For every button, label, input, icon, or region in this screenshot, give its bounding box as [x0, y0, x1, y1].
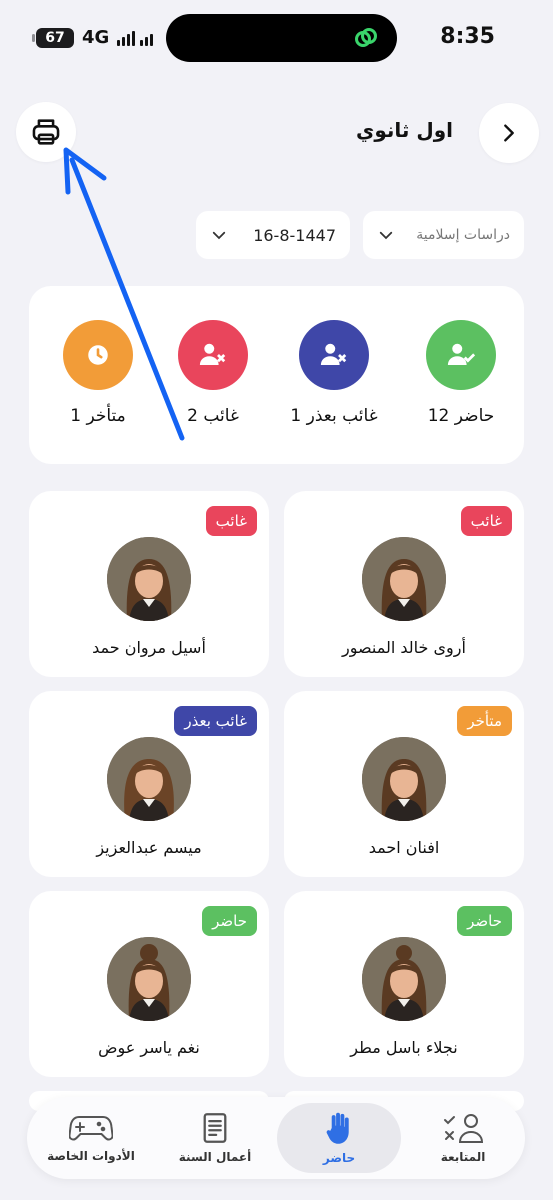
bottom-nav: المتابعة حاضر أعمال السنة الأدوات الخاصة — [27, 1097, 525, 1179]
subject-dropdown[interactable]: دراسات إسلامية — [363, 211, 524, 259]
subject-value: دراسات إسلامية — [416, 227, 510, 243]
date-value: 16-8-1447 — [253, 225, 336, 245]
tab-follow-up[interactable]: المتابعة — [401, 1097, 525, 1179]
attendance-summary-card: 12 حاضر 1 غائب بعذر 2 غائب 1 متأخر — [29, 286, 524, 464]
student-card[interactable]: حاضر نجلاء باسل مطر — [284, 891, 524, 1077]
battery-indicator: 67 — [32, 27, 74, 48]
absent-excused-count: 1 غائب بعذر — [290, 406, 378, 426]
tab-label: حاضر — [322, 1151, 356, 1165]
user-x-icon — [299, 320, 369, 390]
avatar — [107, 537, 191, 621]
dynamic-island — [166, 14, 397, 62]
student-name: نغم ياسر عوض — [98, 1038, 200, 1057]
printer-icon — [32, 119, 60, 145]
tab-label: الأدوات الخاصة — [47, 1149, 135, 1163]
link-icon — [355, 28, 377, 47]
absent-count: 2 غائب — [187, 406, 239, 426]
student-name: أروى خالد المنصور — [342, 638, 466, 657]
status-badge: غائب — [205, 506, 257, 536]
student-card[interactable]: متأخر افنان احمد — [284, 691, 524, 877]
student-card[interactable]: غائب أروى خالد المنصور — [284, 491, 524, 677]
user-x-icon — [178, 320, 248, 390]
page-title: اول ثانوي — [355, 118, 453, 142]
status-badge: غائب بعذر — [174, 706, 257, 736]
gamepad-icon — [69, 1116, 113, 1141]
network-type: 4G — [82, 27, 110, 48]
student-name: نجلاء باسل مطر — [350, 1038, 458, 1057]
tab-tools[interactable]: الأدوات الخاصة — [29, 1097, 153, 1179]
hand-icon — [326, 1112, 349, 1144]
chevron-right-icon — [504, 124, 514, 142]
avatar — [362, 537, 446, 621]
user-check-list-icon — [444, 1114, 484, 1143]
status-bar: 67 4G 8:35 — [0, 0, 553, 76]
notebook-icon — [203, 1113, 227, 1143]
student-card[interactable]: غائب أسيل مروان حمد — [29, 491, 269, 677]
student-card[interactable]: غائب بعذر ميسم عبدالعزيز — [29, 691, 269, 877]
user-check-icon — [426, 320, 496, 390]
chevron-down-icon — [212, 231, 226, 240]
stat-absent-excused[interactable]: 1 غائب بعذر — [274, 320, 394, 426]
avatar — [107, 737, 191, 821]
avatar — [362, 937, 446, 1021]
status-left: 67 4G — [32, 27, 154, 48]
clock-icon — [63, 320, 133, 390]
stat-late[interactable]: 1 متأخر — [38, 320, 158, 426]
status-badge: متأخر — [457, 706, 512, 736]
tab-label: المتابعة — [440, 1150, 486, 1164]
late-count: 1 متأخر — [70, 406, 126, 426]
avatar — [107, 937, 191, 1021]
avatar — [362, 737, 446, 821]
clock: 8:35 — [440, 24, 495, 49]
student-name: ميسم عبدالعزيز — [96, 838, 202, 857]
stat-absent[interactable]: 2 غائب — [153, 320, 273, 426]
signal-icon — [117, 30, 154, 46]
chevron-down-icon — [379, 231, 393, 240]
print-button[interactable] — [16, 102, 76, 162]
student-card[interactable]: حاضر نغم ياسر عوض — [29, 891, 269, 1077]
stat-present[interactable]: 12 حاضر — [401, 320, 521, 426]
date-dropdown[interactable]: 16-8-1447 — [196, 211, 350, 259]
status-badge: حاضر — [457, 906, 512, 936]
student-name: أسيل مروان حمد — [92, 638, 206, 657]
present-count: 12 حاضر — [427, 406, 495, 426]
back-button[interactable] — [479, 103, 539, 163]
status-badge: غائب — [460, 506, 512, 536]
tab-year-work[interactable]: أعمال السنة — [153, 1097, 277, 1179]
tab-attendance[interactable]: حاضر — [277, 1103, 401, 1173]
status-badge: حاضر — [202, 906, 257, 936]
tab-label: أعمال السنة — [178, 1150, 252, 1164]
student-name: افنان احمد — [368, 838, 440, 857]
